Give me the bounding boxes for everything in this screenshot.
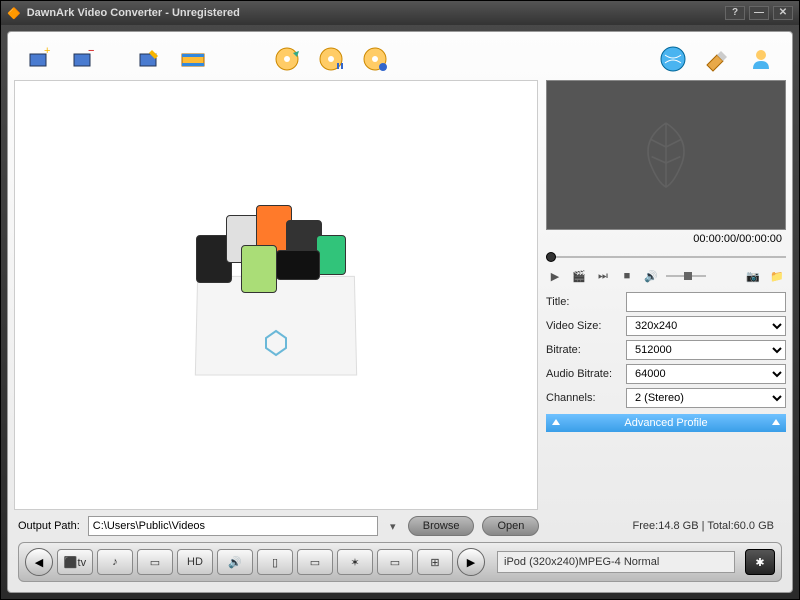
next-button[interactable]: ⏭ (594, 268, 612, 284)
open-button[interactable]: Open (482, 516, 539, 536)
volume-slider[interactable] (666, 275, 706, 277)
device-audio-button[interactable]: 🔊 (217, 549, 253, 575)
scroll-left-button[interactable]: ◀ (25, 548, 53, 576)
toolbar: + − (14, 38, 786, 80)
profile-display[interactable]: iPod (320x240)MPEG-4 Normal (497, 551, 735, 573)
advanced-profile-button[interactable]: Advanced Profile (546, 414, 786, 432)
register-button[interactable] (700, 42, 734, 76)
output-path-input[interactable] (88, 516, 378, 536)
audiobitrate-label: Audio Bitrate: (546, 368, 620, 380)
help-button[interactable]: ? (725, 6, 745, 20)
snapshot-button[interactable]: 📷 (744, 268, 762, 284)
device-phone-button[interactable]: ▯ (257, 549, 293, 575)
file-list-area[interactable] (14, 80, 538, 510)
scroll-right-button[interactable]: ▶ (457, 548, 485, 576)
pause-button[interactable] (314, 42, 348, 76)
clapper-icon[interactable]: 🎬 (570, 268, 588, 284)
player-controls: ▶ 🎬 ⏭ ■ 🔊 📷 📁 (546, 268, 786, 284)
clip-video-button[interactable] (176, 42, 210, 76)
website-button[interactable] (656, 42, 690, 76)
stop-playback-button[interactable]: ■ (618, 268, 636, 284)
device-windows-button[interactable]: ⊞ (417, 549, 453, 575)
preview-pane[interactable] (546, 80, 786, 230)
open-folder-button[interactable]: 📁 (768, 268, 786, 284)
device-tablet-button[interactable]: ▭ (377, 549, 413, 575)
channels-label: Channels: (546, 392, 620, 404)
device-misc-button[interactable]: ✶ (337, 549, 373, 575)
output-dropdown-icon[interactable]: ▾ (386, 520, 400, 533)
bitrate-label: Bitrate: (546, 344, 620, 356)
channels-select[interactable]: 2 (Stereo) (626, 388, 786, 408)
bitrate-select[interactable]: 512000 (626, 340, 786, 360)
right-panel: 00:00:00/00:00:00 ▶ 🎬 ⏭ ■ 🔊 📷 📁 Title: (546, 80, 786, 510)
device-video-button[interactable]: ▭ (137, 549, 173, 575)
time-display: 00:00:00/00:00:00 (546, 230, 786, 248)
edit-video-button[interactable] (132, 42, 166, 76)
browse-button[interactable]: Browse (408, 516, 475, 536)
profile-bar: ◀ ⬛tv ♪ ▭ HD 🔊 ▯ ▭ ✶ ▭ ⊞ ▶ iPod (320x240… (18, 542, 782, 582)
play-button[interactable]: ▶ (546, 268, 564, 284)
output-row: Output Path: ▾ Browse Open Free:14.8 GB … (14, 510, 786, 542)
stop-button[interactable] (358, 42, 392, 76)
app-window: 🔶 DawnArk Video Converter - Unregistered… (0, 0, 800, 600)
app-icon: 🔶 (7, 7, 21, 20)
leaf-watermark-icon (626, 115, 706, 195)
remove-file-button[interactable]: − (66, 42, 100, 76)
add-file-button[interactable]: + (22, 42, 56, 76)
minimize-button[interactable]: — (749, 6, 769, 20)
close-button[interactable]: ✕ (773, 6, 793, 20)
svg-text:+: + (44, 46, 50, 57)
audiobitrate-select[interactable]: 64000 (626, 364, 786, 384)
device-appletv-button[interactable]: ⬛tv (57, 549, 93, 575)
device-hd-button[interactable]: HD (177, 549, 213, 575)
settings-form: Title: Video Size: 320x240 Bitrate: 5120… (546, 292, 786, 408)
seek-slider[interactable] (546, 250, 786, 264)
videosize-label: Video Size: (546, 320, 620, 332)
convert-button[interactable] (270, 42, 304, 76)
mute-button[interactable]: 🔊 (642, 268, 660, 284)
profile-menu-button[interactable]: ✱ (745, 549, 775, 575)
svg-text:−: − (88, 46, 94, 57)
titlebar: 🔶 DawnArk Video Converter - Unregistered… (1, 1, 799, 25)
disk-space-text: Free:14.8 GB | Total:60.0 GB (633, 520, 782, 532)
title-input[interactable] (626, 292, 786, 312)
about-button[interactable] (744, 42, 778, 76)
devices-box-illustration (176, 215, 376, 375)
window-title: DawnArk Video Converter - Unregistered (27, 7, 240, 19)
device-psp-button[interactable]: ▭ (297, 549, 333, 575)
title-label: Title: (546, 296, 620, 308)
output-path-label: Output Path: (18, 520, 80, 532)
videosize-select[interactable]: 320x240 (626, 316, 786, 336)
client-area: + − (7, 31, 793, 593)
device-music-button[interactable]: ♪ (97, 549, 133, 575)
